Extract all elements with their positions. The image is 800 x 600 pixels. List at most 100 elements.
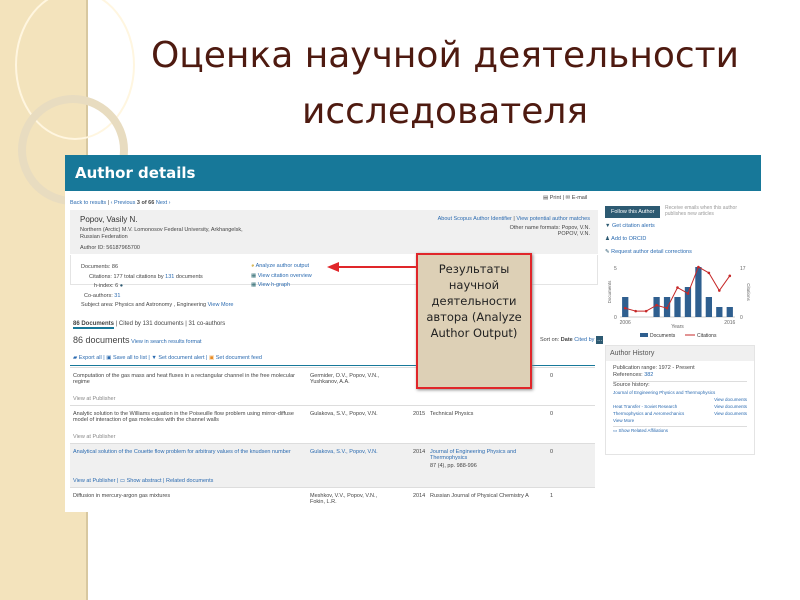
document-cited: 0 xyxy=(550,411,554,417)
documents-citations-chart: 5 0 17 0 Documents Citations 2006 2016 Years Docu… xyxy=(607,265,751,339)
orcid-icon: ♟ xyxy=(605,236,610,242)
document-feed-button[interactable]: Set document feed xyxy=(216,355,262,361)
citations-point xyxy=(707,271,711,275)
document-row: Analytical solution of the Couette flow … xyxy=(70,443,595,487)
about-author-id-link[interactable]: About Scopus Author Identifier xyxy=(438,216,512,222)
print-link[interactable]: Print xyxy=(550,195,561,201)
view-at-publisher-link[interactable]: View at Publisher xyxy=(73,434,115,440)
source-link[interactable]: Thermophysics and Aeromechanics xyxy=(613,410,684,417)
documents-bar xyxy=(716,307,723,317)
document-title[interactable]: Analytical solution of the Couette flow … xyxy=(73,449,291,455)
save-all-button[interactable]: Save all to list xyxy=(113,355,147,361)
citation-alerts-link[interactable]: Get citation alerts xyxy=(612,223,655,229)
next-link[interactable]: Next › xyxy=(156,200,171,206)
email-link[interactable]: E-mail xyxy=(572,195,588,201)
tab-coauthors[interactable]: 31 co-authors xyxy=(189,321,226,327)
references-link[interactable]: 382 xyxy=(644,372,653,378)
analyze-icon: ◕ xyxy=(251,263,255,269)
document-source: Technical Physics xyxy=(430,411,474,417)
rss-icon: ▣ xyxy=(209,355,215,361)
documents-bar xyxy=(726,307,733,317)
other-name: POPOV, V.N. xyxy=(557,231,590,237)
export-all-button[interactable]: Export all xyxy=(79,355,102,361)
author-history-panel: Author History Publication range: 1972 -… xyxy=(605,345,755,455)
view-documents-link[interactable]: View documents xyxy=(714,410,747,417)
citations-point xyxy=(686,292,690,295)
related-affiliations-link[interactable]: Show Related Affiliations xyxy=(619,428,668,433)
legend-documents-swatch xyxy=(640,333,648,337)
legend-documents: Documents xyxy=(650,333,676,339)
sort-label: Sort on: xyxy=(540,337,560,343)
x-axis-label: Years xyxy=(671,324,684,330)
author-id: Author ID: 56187965700 xyxy=(80,245,140,251)
hgraph-link[interactable]: View h-graph xyxy=(258,282,290,288)
author-history-title: Author History xyxy=(606,346,754,361)
document-title[interactable]: Computation of the gas mass and heat flu… xyxy=(73,373,303,385)
document-alert-button[interactable]: Set document alert xyxy=(158,355,204,361)
documents-label: Documents: xyxy=(81,264,111,270)
documents-bar xyxy=(684,287,692,317)
document-source[interactable]: Journal of Engineering Physics and Therm… xyxy=(430,449,525,461)
author-affiliation: Northern (Arctic) M.V. Lomonosov Federal… xyxy=(80,227,243,240)
author-header: Popov, Vasily N. Northern (Arctic) M.V. … xyxy=(70,210,598,254)
y2-axis-label: Citations xyxy=(746,283,751,301)
document-cited: 0 xyxy=(550,449,554,455)
y-tick-label: 5 xyxy=(614,266,617,272)
view-documents-link[interactable]: View documents xyxy=(714,403,747,410)
citations-point xyxy=(634,309,637,313)
slide-title: Оценка научной деятельности исследовател… xyxy=(150,35,740,132)
previous-link[interactable]: ‹ Previous xyxy=(111,200,136,206)
search-format-link[interactable]: View in search results format xyxy=(131,339,202,345)
abstract-icon: ▭ xyxy=(119,478,126,484)
potential-matches-link[interactable]: View potential author matches xyxy=(516,216,590,222)
document-cited: 0 xyxy=(550,373,554,379)
add-orcid-link[interactable]: Add to ORCID xyxy=(611,236,646,242)
coauthors-link[interactable]: 31 xyxy=(114,293,120,299)
page-title: Author details xyxy=(75,164,196,182)
sort-date[interactable]: Date xyxy=(561,337,573,343)
tab-documents[interactable]: 86 Documents xyxy=(73,321,115,329)
citing-documents-link[interactable]: 131 xyxy=(165,274,174,280)
other-names-label: Other name formats: xyxy=(509,225,561,231)
show-abstract-link[interactable]: Show abstract xyxy=(127,478,162,484)
email-icon: ✉ xyxy=(565,195,571,201)
tab-cited-by[interactable]: Cited by 131 documents xyxy=(119,321,184,327)
related-documents-link[interactable]: Related documents xyxy=(166,478,213,484)
subject-view-more[interactable]: View More xyxy=(208,302,234,308)
export-icon: ▰ xyxy=(73,355,78,361)
corrections-link[interactable]: Request author detail corrections xyxy=(611,249,692,255)
citations-point xyxy=(623,306,627,310)
document-year: 2014 xyxy=(413,493,426,499)
alert-icon: ▼ xyxy=(605,223,611,229)
affiliation-icon: ▭ xyxy=(613,428,618,433)
documents-count-heading: 86 documents xyxy=(73,335,130,345)
analyze-author-output-link[interactable]: Analyze author output xyxy=(256,263,310,269)
source-link[interactable]: Heat Transfer - Soviet Research xyxy=(613,403,677,410)
hindex-value: 6 xyxy=(115,283,119,289)
history-view-more[interactable]: View More xyxy=(613,417,747,424)
coauthors-label: Co-authors: xyxy=(84,292,113,299)
citations-point xyxy=(655,303,658,307)
view-at-publisher-link[interactable]: View at Publisher xyxy=(73,396,115,402)
callout-box: Результаты научной деятельности автора (… xyxy=(416,253,532,389)
document-title[interactable]: Analytic solution to the Williams equati… xyxy=(73,411,303,423)
legend-citations: Citations xyxy=(697,333,717,339)
y2-tick-label: 17 xyxy=(740,266,746,272)
follow-author-button[interactable]: Follow this Author xyxy=(605,206,661,218)
y-axis-label: Documents xyxy=(607,280,612,304)
result-position: 3 of 66 xyxy=(136,200,155,206)
source-link[interactable]: Journal of Engineering Physics and Therm… xyxy=(613,389,747,396)
citation-overview-link[interactable]: View citation overview xyxy=(258,273,312,279)
document-title[interactable]: Diffusion in mercury-argon gas mixtures xyxy=(73,493,170,499)
y2-tick-label: 0 xyxy=(740,315,743,321)
documents-count: 86 xyxy=(111,264,119,270)
documents-bar xyxy=(705,297,712,317)
back-link[interactable]: Back to results xyxy=(70,200,106,206)
citations-point xyxy=(676,286,679,289)
help-icon[interactable]: ● xyxy=(120,283,123,289)
sort-cited-by[interactable]: Cited by xyxy=(574,337,594,343)
view-documents-link[interactable]: View documents xyxy=(613,396,747,403)
document-authors: Gulakova, S.V., Popov, V.N. xyxy=(310,411,378,417)
view-at-publisher-link[interactable]: View at Publisher xyxy=(73,478,115,484)
document-row: Analytic solution to the Williams equati… xyxy=(70,405,595,443)
